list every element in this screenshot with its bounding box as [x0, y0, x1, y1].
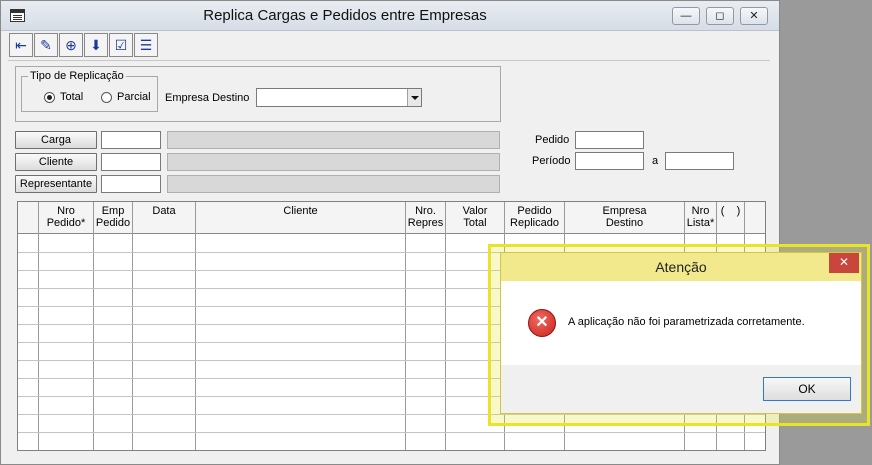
radio-parcial-label: Parcial [117, 91, 151, 103]
restore-button[interactable]: ◻ [706, 7, 734, 25]
tray-icon[interactable]: ⬇ [84, 33, 108, 57]
minimize-button[interactable]: — [672, 7, 700, 25]
grid-row[interactable] [18, 432, 765, 433]
empresa-destino-select[interactable] [256, 88, 422, 107]
col-cliente[interactable]: Cliente [196, 205, 405, 217]
col-nro-pedido[interactable]: Nro Pedido* [39, 205, 93, 229]
list-icon[interactable]: ☰ [134, 33, 158, 57]
periodo-separator: a [652, 155, 659, 167]
error-dialog: Atenção ✕ ✕ A aplicação não foi parametr… [500, 252, 862, 414]
radio-parcial[interactable]: Parcial [101, 91, 151, 103]
cliente-button[interactable]: Cliente [15, 153, 97, 171]
radio-total-label: Total [60, 91, 84, 103]
carga-description [167, 131, 500, 149]
toolbar-separator [8, 60, 770, 61]
col-empresa-destino[interactable]: Empresa Destino [565, 205, 684, 229]
tipo-replicacao-legend: Tipo de Replicação [30, 70, 124, 82]
radio-total[interactable]: Total [44, 91, 83, 103]
periodo-from-input[interactable] [575, 152, 644, 170]
periodo-to-input[interactable] [665, 152, 734, 170]
representante-code-input[interactable] [101, 175, 161, 193]
dialog-title: Atenção [655, 259, 707, 275]
col-data[interactable]: Data [133, 205, 195, 217]
col-nro-repres[interactable]: Nro. Repres [406, 205, 445, 229]
empresa-destino-label: Empresa Destino [165, 92, 250, 104]
radio-dot-icon [44, 91, 55, 103]
dialog-title-bar: Atenção ✕ [501, 253, 861, 281]
chevron-down-icon[interactable] [407, 89, 421, 106]
title-bar: Replica Cargas e Pedidos entre Empresas … [1, 1, 779, 31]
radio-dot-icon [101, 91, 112, 103]
pedido-label: Pedido [535, 134, 570, 146]
col-extra[interactable]: ( ) [717, 205, 744, 217]
binoculars-icon[interactable]: ⊕ [59, 33, 83, 57]
dialog-body: ✕ A aplicação não foi parametrizada corr… [501, 281, 861, 365]
carga-button[interactable]: Carga [15, 131, 97, 149]
window-title: Replica Cargas e Pedidos entre Empresas [203, 7, 487, 24]
carga-code-input[interactable] [101, 131, 161, 149]
periodo-label: Período [532, 155, 571, 167]
representante-description [167, 175, 500, 193]
col-nro-lista[interactable]: Nro Lista* [685, 205, 716, 229]
col-valor-total[interactable]: Valor Total [446, 205, 504, 229]
close-button[interactable]: ✕ [740, 7, 768, 25]
representante-button[interactable]: Representante [15, 175, 97, 193]
toolbar: ⇤ ✎ ⊕ ⬇ ☑ ☰ [9, 33, 159, 59]
dialog-message: A aplicação não foi parametrizada corret… [568, 316, 805, 328]
ok-button[interactable]: OK [763, 377, 851, 401]
pedido-input[interactable] [575, 131, 644, 149]
exit-icon[interactable]: ⇤ [9, 33, 33, 57]
close-icon[interactable]: ✕ [829, 253, 859, 273]
cliente-description [167, 153, 500, 171]
error-icon: ✕ [528, 309, 556, 337]
col-pedido-replicado[interactable]: Pedido Replicado [505, 205, 564, 229]
checklist-icon[interactable]: ☑ [109, 33, 133, 57]
col-emp-pedido[interactable]: Emp Pedido [94, 205, 132, 229]
pen-icon[interactable]: ✎ [34, 33, 58, 57]
cliente-code-input[interactable] [101, 153, 161, 171]
